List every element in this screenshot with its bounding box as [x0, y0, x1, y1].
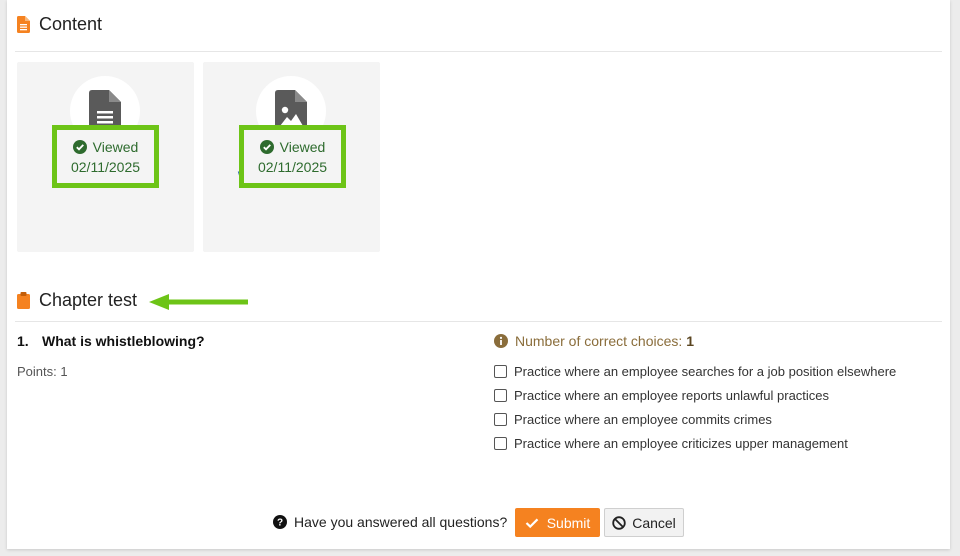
- footer-question: ? Have you answered all questions?: [273, 514, 507, 530]
- check-circle-icon: [259, 140, 274, 154]
- viewed-label: Viewed: [92, 139, 139, 155]
- viewed-date: 02/11/2025: [70, 159, 141, 175]
- question-points: Points: 1: [17, 364, 68, 379]
- answer-option-label: Practice where an employee criticizes up…: [514, 436, 848, 451]
- answer-option-label: Practice where an employee reports unlaw…: [514, 388, 830, 403]
- content-section-header: Content: [17, 14, 102, 35]
- info-icon: [494, 334, 508, 348]
- content-panel: Content Text part Viewed 02/11/2025: [7, 0, 950, 549]
- viewed-label: Viewed: [279, 139, 326, 155]
- content-title: Content: [39, 14, 103, 34]
- submit-button-label: Submit: [546, 514, 591, 531]
- check-circle-icon: [72, 140, 87, 154]
- document-icon: [17, 16, 30, 33]
- check-icon: [525, 518, 538, 528]
- answer-option-label: Practice where an employee searches for …: [514, 364, 897, 379]
- submit-button[interactable]: Submit: [515, 508, 600, 537]
- viewed-status-box: Viewed 02/11/2025: [239, 125, 346, 188]
- chapter-test-divider: [15, 321, 942, 322]
- answer-option[interactable]: Practice where an employee criticizes up…: [494, 436, 848, 451]
- viewed-status-box: Viewed 02/11/2025: [52, 125, 159, 188]
- answer-checkbox[interactable]: [494, 365, 507, 378]
- clipboard-icon: [17, 292, 30, 309]
- svg-text:?: ?: [277, 518, 283, 529]
- answer-option[interactable]: Practice where an employee searches for …: [494, 364, 896, 379]
- question-number: 1.: [17, 333, 29, 349]
- correct-choices-count: 1: [686, 333, 695, 349]
- chapter-test-title: Chapter test: [39, 290, 138, 310]
- annotation-arrow-icon: [149, 294, 248, 310]
- answer-option-label: Practice where an employee commits crime…: [514, 412, 772, 427]
- question-text: What is whistleblowing?: [42, 333, 205, 349]
- answer-checkbox[interactable]: [494, 389, 507, 402]
- ban-icon: [612, 515, 626, 530]
- question-circle-icon: ?: [273, 515, 287, 529]
- answer-checkbox[interactable]: [494, 413, 507, 426]
- cancel-button-label: Cancel: [632, 514, 676, 531]
- cancel-button[interactable]: Cancel: [604, 508, 684, 537]
- footer-question-text: Have you answered all questions?: [294, 514, 508, 530]
- correct-choices-info: Number of correct choices: 1: [494, 333, 694, 349]
- chapter-test-section-header: Chapter test: [17, 290, 137, 311]
- viewed-date: 02/11/2025: [257, 159, 328, 175]
- answer-option[interactable]: Practice where an employee commits crime…: [494, 412, 772, 427]
- correct-choices-label: Number of correct choices:: [515, 333, 683, 349]
- answer-checkbox[interactable]: [494, 437, 507, 450]
- content-divider: [15, 51, 942, 52]
- answer-option[interactable]: Practice where an employee reports unlaw…: [494, 388, 829, 403]
